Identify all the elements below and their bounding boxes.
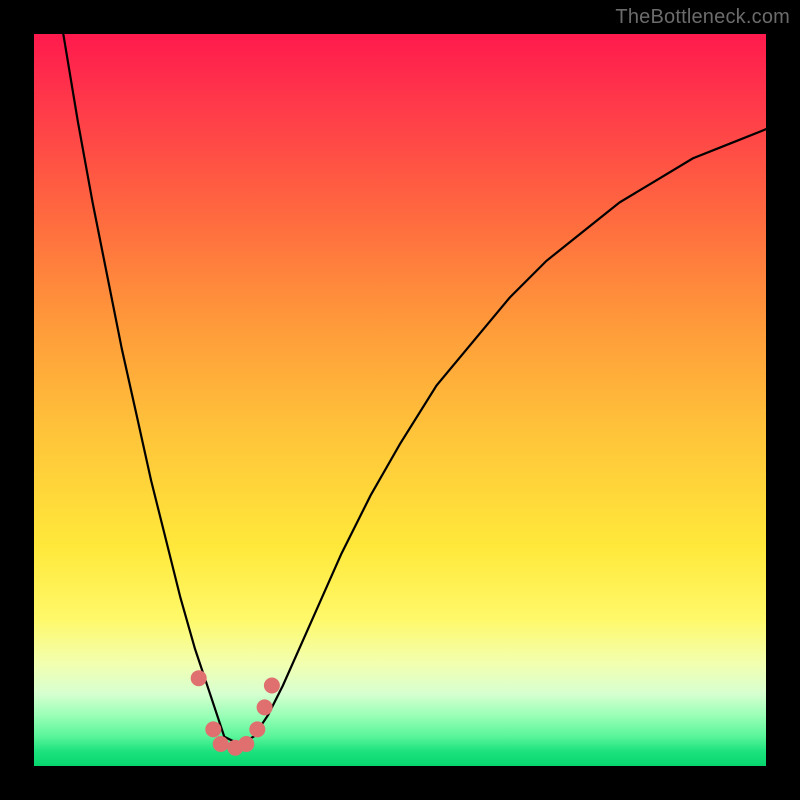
bottleneck-curve-path	[63, 34, 766, 744]
plot-area	[34, 34, 766, 766]
curve-marker	[213, 736, 229, 752]
curve-marker	[257, 699, 273, 715]
curve-marker	[238, 736, 254, 752]
watermark-text: TheBottleneck.com	[615, 6, 790, 29]
curve-marker	[191, 670, 207, 686]
curve-markers	[191, 670, 280, 756]
bottleneck-curve-svg	[34, 34, 766, 766]
curve-marker	[249, 721, 265, 737]
chart-frame: TheBottleneck.com	[0, 0, 800, 800]
curve-marker	[205, 721, 221, 737]
curve-marker	[264, 678, 280, 694]
